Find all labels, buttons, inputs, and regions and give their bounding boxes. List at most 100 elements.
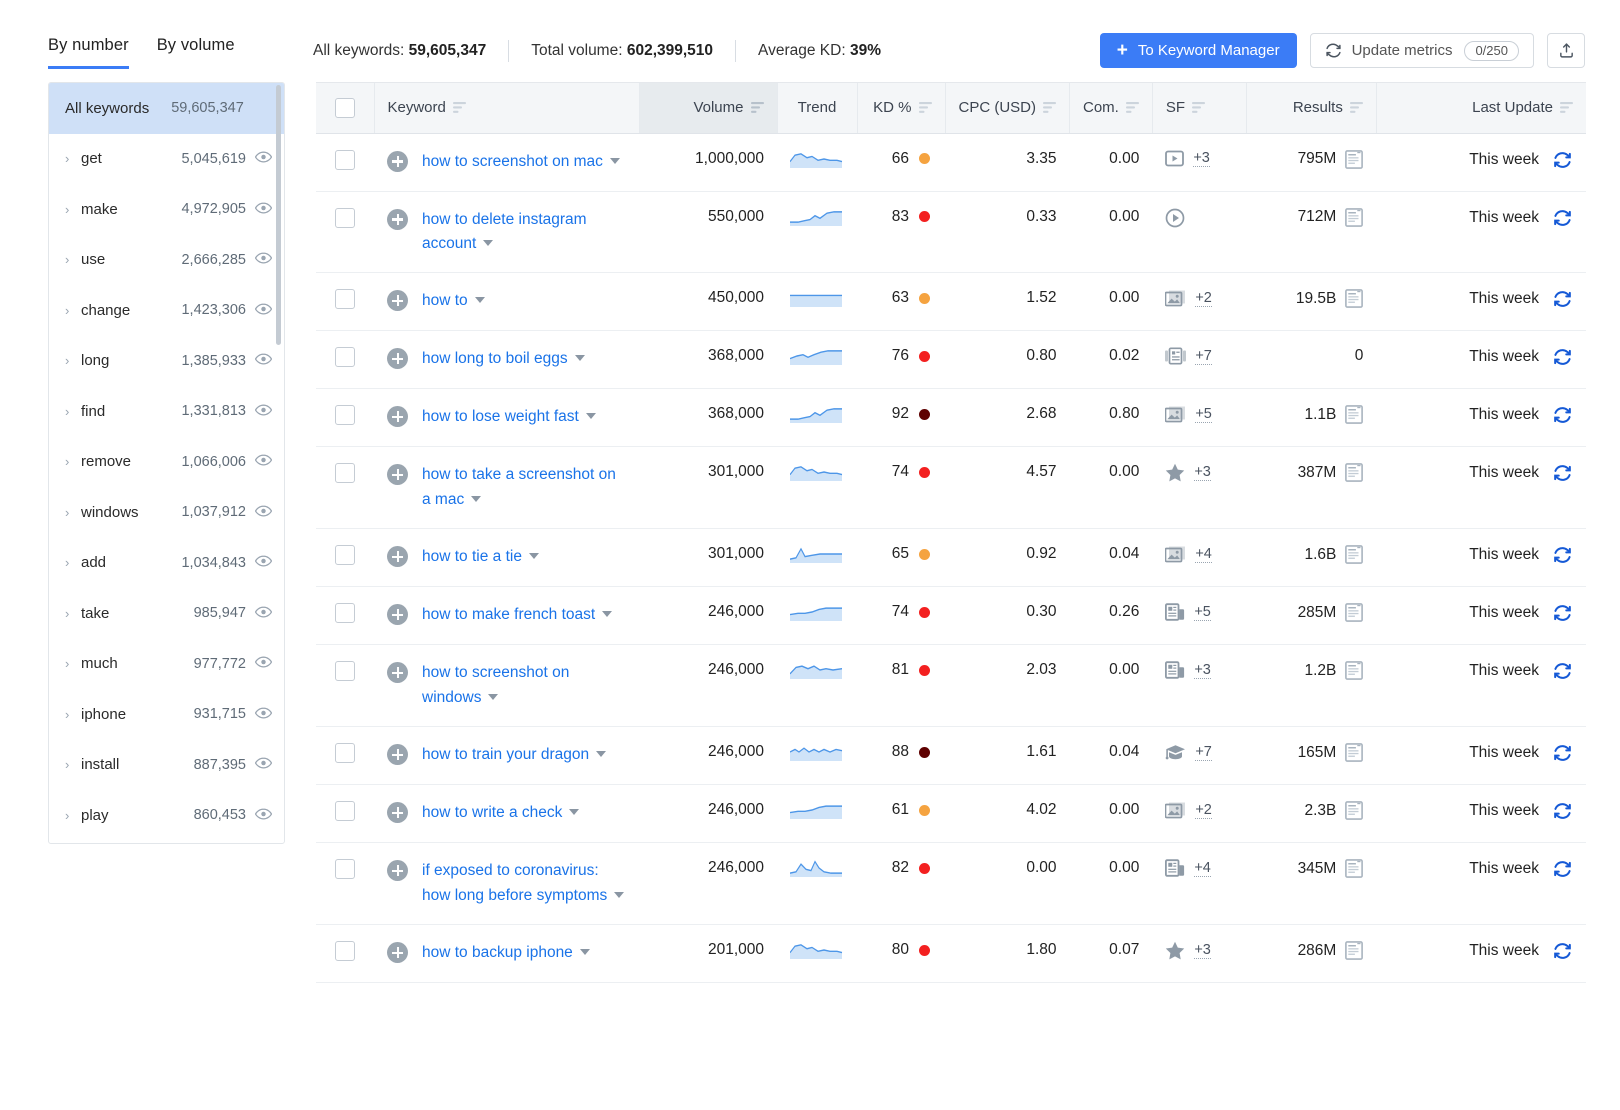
keyword-link[interactable]: how to make french toast xyxy=(422,603,612,627)
th-results[interactable]: Results xyxy=(1246,83,1376,133)
refresh-icon[interactable] xyxy=(1552,941,1573,961)
eye-icon[interactable] xyxy=(246,403,272,420)
keyword-link[interactable]: how to screenshot on windows xyxy=(422,661,626,710)
keyword-link[interactable]: how to take a screenshot on a mac xyxy=(422,463,626,512)
serp-preview-icon[interactable] xyxy=(1345,289,1363,308)
star-icon[interactable] xyxy=(1165,941,1185,960)
keyword-link[interactable]: how to backup iphone xyxy=(422,941,590,965)
eye-icon[interactable] xyxy=(246,352,272,369)
keyword-link[interactable]: how to write a check xyxy=(422,801,579,825)
add-keyword-icon[interactable] xyxy=(387,406,408,427)
chevron-right-icon[interactable]: › xyxy=(65,555,81,570)
news-icon[interactable] xyxy=(1165,661,1185,679)
table-row[interactable]: how to screenshot on mac1,000,000663.350… xyxy=(316,133,1586,191)
row-checkbox[interactable] xyxy=(335,801,355,821)
image-icon[interactable] xyxy=(1165,545,1186,563)
refresh-icon[interactable] xyxy=(1552,289,1573,309)
row-checkbox-cell[interactable] xyxy=(316,447,374,529)
add-keyword-icon[interactable] xyxy=(387,604,408,625)
row-checkbox[interactable] xyxy=(335,545,355,565)
add-keyword-icon[interactable] xyxy=(387,348,408,369)
sidebar-item-install[interactable]: ›install887,395 xyxy=(49,740,284,791)
serp-preview-icon[interactable] xyxy=(1345,208,1363,227)
eye-icon[interactable] xyxy=(246,150,272,167)
chevron-down-icon[interactable] xyxy=(569,809,579,815)
serp-preview-icon[interactable] xyxy=(1345,661,1363,680)
row-checkbox-cell[interactable] xyxy=(316,925,374,983)
chevron-right-icon[interactable]: › xyxy=(65,303,81,318)
row-checkbox-cell[interactable] xyxy=(316,785,374,843)
row-checkbox[interactable] xyxy=(335,208,355,228)
sf-more-count[interactable]: +4 xyxy=(1195,546,1212,563)
eye-icon[interactable] xyxy=(246,655,272,672)
eye-icon[interactable] xyxy=(246,756,272,773)
add-keyword-icon[interactable] xyxy=(387,151,408,172)
serp-preview-icon[interactable] xyxy=(1345,859,1363,878)
chevron-down-icon[interactable] xyxy=(614,892,624,898)
chevron-down-icon[interactable] xyxy=(602,611,612,617)
row-checkbox-cell[interactable] xyxy=(316,191,374,273)
add-keyword-icon[interactable] xyxy=(387,802,408,823)
table-row[interactable]: how to screenshot on windows246,000812.0… xyxy=(316,645,1586,727)
sidebar-item-iphone[interactable]: ›iphone931,715 xyxy=(49,689,284,740)
row-checkbox[interactable] xyxy=(335,150,355,170)
sidebar-item-all-keywords[interactable]: All keywords 59,605,347 xyxy=(49,83,284,134)
row-checkbox[interactable] xyxy=(335,347,355,367)
eye-icon[interactable] xyxy=(246,201,272,218)
tab-by-volume[interactable]: By volume xyxy=(157,36,235,69)
image-icon[interactable] xyxy=(1165,405,1186,423)
table-row[interactable]: how to450,000631.520.00+219.5BThis week xyxy=(316,273,1586,331)
graduation-icon[interactable] xyxy=(1165,743,1186,761)
row-checkbox-cell[interactable] xyxy=(316,645,374,727)
sf-more-count[interactable]: +4 xyxy=(1194,860,1211,877)
chevron-down-icon[interactable] xyxy=(488,694,498,700)
sidebar-item-get[interactable]: ›get5,045,619 xyxy=(49,134,284,185)
refresh-icon[interactable] xyxy=(1552,661,1573,681)
chevron-down-icon[interactable] xyxy=(586,413,596,419)
chevron-down-icon[interactable] xyxy=(471,496,481,502)
keyword-link[interactable]: how to screenshot on mac xyxy=(422,150,620,174)
th-sf[interactable]: SF xyxy=(1152,83,1246,133)
sidebar-item-make[interactable]: ›make4,972,905 xyxy=(49,184,284,235)
add-keyword-icon[interactable] xyxy=(387,744,408,765)
sidebar-item-play[interactable]: ›play860,453 xyxy=(49,790,284,841)
chevron-right-icon[interactable]: › xyxy=(65,808,81,823)
news-icon[interactable] xyxy=(1165,859,1185,877)
eye-icon[interactable] xyxy=(246,605,272,622)
th-volume[interactable]: Volume xyxy=(639,83,777,133)
th-trend[interactable]: Trend xyxy=(777,83,857,133)
sidebar-item-long[interactable]: ›long1,385,933 xyxy=(49,336,284,387)
chevron-right-icon[interactable]: › xyxy=(65,353,81,368)
add-keyword-icon[interactable] xyxy=(387,546,408,567)
row-checkbox-cell[interactable] xyxy=(316,389,374,447)
sf-more-count[interactable]: +3 xyxy=(1194,464,1211,481)
row-checkbox-cell[interactable] xyxy=(316,587,374,645)
table-row[interactable]: how to backup iphone201,000801.800.07+32… xyxy=(316,925,1586,983)
chevron-down-icon[interactable] xyxy=(610,158,620,164)
keyword-link[interactable]: how to train your dragon xyxy=(422,743,606,767)
table-row[interactable]: how to write a check246,000614.020.00+22… xyxy=(316,785,1586,843)
row-checkbox-cell[interactable] xyxy=(316,331,374,389)
keyword-link[interactable]: how to lose weight fast xyxy=(422,405,596,429)
table-row[interactable]: how to delete instagram account550,00083… xyxy=(316,191,1586,273)
refresh-icon[interactable] xyxy=(1552,463,1573,483)
row-checkbox[interactable] xyxy=(335,463,355,483)
th-com[interactable]: Com. xyxy=(1070,83,1153,133)
serp-preview-icon[interactable] xyxy=(1345,801,1363,820)
sf-more-count[interactable]: +5 xyxy=(1194,604,1211,621)
refresh-icon[interactable] xyxy=(1552,743,1573,763)
row-checkbox-cell[interactable] xyxy=(316,843,374,925)
eye-icon[interactable] xyxy=(246,554,272,571)
eye-icon[interactable] xyxy=(246,504,272,521)
eye-icon[interactable] xyxy=(246,706,272,723)
chevron-right-icon[interactable]: › xyxy=(65,656,81,671)
sidebar-item-remove[interactable]: ›remove1,066,006 xyxy=(49,437,284,488)
row-checkbox[interactable] xyxy=(335,661,355,681)
refresh-icon[interactable] xyxy=(1552,801,1573,821)
news-icon[interactable] xyxy=(1165,603,1185,621)
update-metrics-button[interactable]: Update metrics 0/250 xyxy=(1310,33,1534,68)
row-checkbox[interactable] xyxy=(335,859,355,879)
chevron-right-icon[interactable]: › xyxy=(65,151,81,166)
chevron-down-icon[interactable] xyxy=(529,553,539,559)
chevron-right-icon[interactable]: › xyxy=(65,707,81,722)
